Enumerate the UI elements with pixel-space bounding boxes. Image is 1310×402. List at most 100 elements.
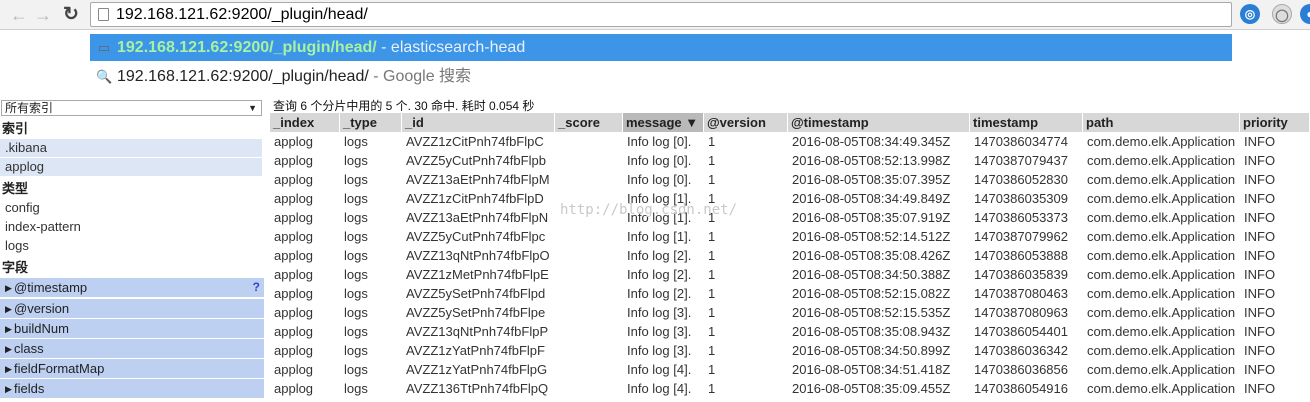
cell-type: logs — [344, 381, 368, 396]
th-timestamp[interactable]: timestamp — [970, 113, 1083, 132]
cell-type: logs — [344, 324, 368, 339]
forward-arrow-icon[interactable]: → — [32, 4, 54, 26]
cell-priority: INFO — [1244, 248, 1276, 263]
cell-index: applog — [274, 343, 314, 358]
field-label: fields — [14, 381, 45, 396]
table-row[interactable]: applog logs AVZZ13aEtPnh74fbFlpM Info log [… — [270, 170, 1310, 189]
field-item-fieldformatmap[interactable]: ▶ fieldFormatMap — [0, 359, 264, 378]
cell-id: AVZZ5yCutPnh74fbFlpc — [406, 229, 546, 244]
sidebar-item-index-pattern[interactable]: index-pattern — [0, 218, 262, 236]
cell-priority: INFO — [1244, 343, 1276, 358]
table-row[interactable]: applog logs AVZZ5yCutPnh74fbFlpb Info log [… — [270, 151, 1310, 170]
table-row[interactable]: applog logs AVZZ1zCitPnh74fbFlpC Info log [… — [270, 132, 1310, 151]
table-row[interactable]: applog logs AVZZ13qNtPnh74fbFlpO Info log [… — [270, 246, 1310, 265]
sidebar-item-logs[interactable]: logs — [0, 237, 262, 255]
cell-id: AVZZ13aEtPnh74fbFlpM — [406, 172, 550, 187]
th-version[interactable]: @version — [704, 113, 788, 132]
field-item-class[interactable]: ▶ class — [0, 339, 264, 358]
th-index[interactable]: _index — [270, 113, 340, 132]
cell-type: logs — [344, 153, 368, 168]
field-item-fields[interactable]: ▶ fields — [0, 379, 264, 398]
expand-triangle-icon: ▶ — [5, 283, 12, 293]
cell-id: AVZZ1zCitPnh74fbFlpC — [406, 134, 544, 149]
sidebar-item-config[interactable]: config — [0, 199, 262, 217]
th-message[interactable]: message ▼ — [623, 113, 704, 132]
table-row[interactable]: applog logs AVZZ136TtPnh74fbFlpQ Info log [… — [270, 379, 1310, 398]
th-score[interactable]: _score — [555, 113, 623, 132]
table-row[interactable]: applog logs AVZZ1zCitPnh74fbFlpD Info log [… — [270, 189, 1310, 208]
cell-message: Info log [2]. — [627, 286, 692, 301]
cell-timestamp: 1470386052830 — [974, 172, 1068, 187]
cell-path: com.demo.elk.Application — [1087, 381, 1236, 396]
field-item-timestamp[interactable]: ▶ @timestamp ? — [0, 278, 264, 297]
cell-version: 1 — [708, 324, 716, 339]
cell-message: Info log [0]. — [627, 153, 692, 168]
cell-message: Info log [1]. — [627, 229, 692, 244]
cell-path: com.demo.elk.Application — [1087, 362, 1236, 377]
table-row[interactable]: applog logs AVZZ1zYatPnh74fbFlpG Info log [… — [270, 360, 1310, 379]
th-priority[interactable]: priority — [1240, 113, 1310, 132]
suggestion-item[interactable]: 🔍 192.168.121.62:9200/_plugin/head/ - Go… — [90, 63, 1232, 90]
page-icon — [98, 8, 109, 21]
table-row[interactable]: applog logs AVZZ1zMetPnh74fbFlpE Info log [… — [270, 265, 1310, 284]
th-type[interactable]: _type — [340, 113, 402, 132]
suggestion-item[interactable]: ▭ 192.168.121.62:9200/_plugin/head/ - el… — [90, 34, 1232, 61]
cell-message: Info log [3]. — [627, 343, 692, 358]
cell-index: applog — [274, 210, 314, 225]
cell-path: com.demo.elk.Application — [1087, 248, 1236, 263]
table-row[interactable]: applog logs AVZZ13aEtPnh74fbFlpN Info log [… — [270, 208, 1310, 227]
cell-score — [555, 265, 623, 284]
suggestion-url: 192.168.121.62:9200/_plugin/head/ — [117, 39, 377, 56]
table-row[interactable]: applog logs AVZZ1zYatPnh74fbFlpF Info log [… — [270, 341, 1310, 360]
help-icon[interactable]: ? — [253, 278, 260, 297]
cell-index: applog — [274, 134, 314, 149]
reload-icon[interactable]: ↻ — [60, 4, 82, 26]
table-row[interactable]: applog logs AVZZ5ySetPnh74fbFlpd Info log [… — [270, 284, 1310, 303]
expand-triangle-icon: ▶ — [5, 324, 12, 334]
cell-id: AVZZ136TtPnh74fbFlpQ — [406, 381, 549, 396]
cell-version: 1 — [708, 305, 716, 320]
sidebar-item-applog[interactable]: applog — [0, 158, 262, 176]
cell-message: Info log [1]. — [627, 210, 692, 225]
extension-icon[interactable]: ● — [1300, 4, 1310, 24]
cell-timestamp-at: 2016-08-05T08:35:07.919Z — [792, 210, 951, 225]
cell-id: AVZZ5ySetPnh74fbFlpe — [406, 305, 546, 320]
th-id[interactable]: _id — [402, 113, 555, 132]
field-item-buildnum[interactable]: ▶ buildNum — [0, 319, 264, 338]
cell-score — [555, 189, 623, 208]
cell-version: 1 — [708, 191, 716, 206]
field-label: @timestamp — [14, 280, 88, 295]
back-arrow-icon[interactable]: ← — [8, 4, 30, 26]
extension-icon[interactable]: ◎ — [1240, 4, 1260, 24]
table-row[interactable]: applog logs AVZZ5ySetPnh74fbFlpe Info log [… — [270, 303, 1310, 322]
cell-score — [555, 132, 623, 151]
cell-type: logs — [344, 210, 368, 225]
cell-score — [555, 246, 623, 265]
cell-path: com.demo.elk.Application — [1087, 267, 1236, 282]
field-label: @version — [14, 301, 70, 316]
th-path[interactable]: path — [1083, 113, 1240, 132]
cell-index: applog — [274, 362, 314, 377]
cell-timestamp-at: 2016-08-05T08:34:49.345Z — [792, 134, 951, 149]
extension-icons: ◎ ◯ ● — [1238, 4, 1310, 26]
cell-version: 1 — [708, 286, 716, 301]
cell-id: AVZZ5ySetPnh74fbFlpd — [406, 286, 546, 301]
table-row[interactable]: applog logs AVZZ13qNtPnh74fbFlpP Info log [… — [270, 322, 1310, 341]
url-input[interactable] — [116, 4, 1216, 25]
cell-message: Info log [2]. — [627, 248, 692, 263]
cell-priority: INFO — [1244, 362, 1276, 377]
cell-path: com.demo.elk.Application — [1087, 305, 1236, 320]
cell-id: AVZZ13qNtPnh74fbFlpP — [406, 324, 549, 339]
cell-index: applog — [274, 267, 314, 282]
cell-priority: INFO — [1244, 324, 1276, 339]
address-bar[interactable] — [90, 2, 1232, 27]
cell-index: applog — [274, 191, 314, 206]
sidebar-item-kibana[interactable]: .kibana — [0, 139, 262, 157]
th-timestamp-at[interactable]: @timestamp — [788, 113, 970, 132]
shield-icon[interactable]: ◯ — [1272, 4, 1292, 24]
index-select[interactable]: 所有索引 ▼ — [1, 100, 262, 116]
cell-priority: INFO — [1244, 153, 1276, 168]
table-row[interactable]: applog logs AVZZ5yCutPnh74fbFlpc Info log [… — [270, 227, 1310, 246]
field-item-version[interactable]: ▶ @version — [0, 299, 264, 318]
cell-type: logs — [344, 305, 368, 320]
